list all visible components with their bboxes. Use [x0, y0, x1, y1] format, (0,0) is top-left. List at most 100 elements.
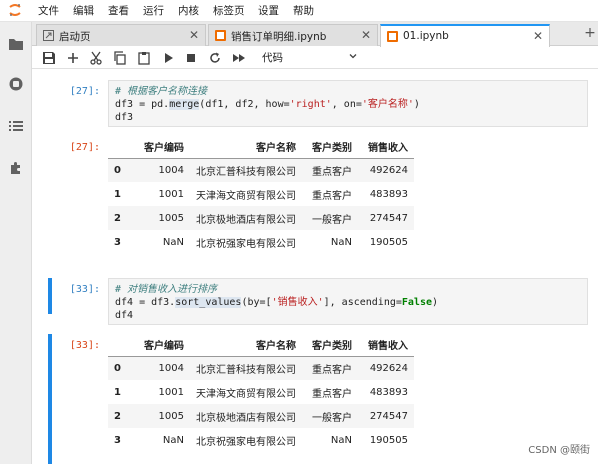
- table-cell: 492624: [369, 362, 408, 374]
- table-cell: 一般客户: [312, 412, 352, 424]
- table-row: 0 1004 北京汇普科技有限公司 重点客户 492624: [108, 356, 414, 380]
- menu-help[interactable]: 帮助: [293, 4, 314, 18]
- table-cell: 天津海文商贸有限公司: [196, 190, 296, 202]
- table-cell: 190505: [369, 236, 408, 248]
- code-string: '客户名称': [361, 99, 414, 110]
- table-cell: 274547: [369, 212, 408, 224]
- cell-type-select[interactable]: 代码: [262, 50, 362, 66]
- table-cell: 274547: [369, 410, 408, 422]
- close-icon[interactable]: ✕: [189, 28, 199, 42]
- running-icon[interactable]: [8, 76, 24, 92]
- chevron-down-icon: [349, 54, 357, 59]
- menu-tabs[interactable]: 标签页: [213, 4, 245, 18]
- jupyter-logo[interactable]: [8, 3, 22, 17]
- tab-sales-notebook[interactable]: 销售订单明细.ipynb ✕: [208, 24, 378, 46]
- dataframe-table: 客户编码 客户名称 客户类别 销售收入 0 1004 北京汇普科技有限公司 重点…: [108, 334, 414, 452]
- code-editor[interactable]: # 对销售收入进行排序 df4 = df3.sort_values(by=['销…: [108, 278, 588, 325]
- tab-label: 启动页: [59, 31, 91, 43]
- cell-type-value: 代码: [262, 52, 283, 64]
- table-cell: 北京汇普科技有限公司: [196, 364, 296, 376]
- copy-icon[interactable]: [113, 51, 127, 65]
- code-string: '销售收入': [271, 297, 324, 308]
- table-cell: 北京极地酒店有限公司: [196, 412, 296, 424]
- table-row: 3 NaN 北京祝强家电有限公司 NaN 190505: [108, 230, 414, 254]
- extension-icon[interactable]: [8, 160, 24, 176]
- code-text: (by=[: [241, 297, 272, 308]
- table-header-cell: [108, 334, 128, 357]
- paste-icon[interactable]: [137, 51, 151, 65]
- menu-settings[interactable]: 设置: [258, 4, 279, 18]
- table-cell: 北京汇普科技有限公司: [196, 166, 296, 178]
- row-index: 2: [114, 410, 121, 422]
- stop-icon[interactable]: [184, 51, 198, 65]
- table-cell: 天津海文商贸有限公司: [196, 388, 296, 400]
- table-cell: 北京祝强家电有限公司: [196, 436, 296, 448]
- table-header-cell: 销售收入: [358, 136, 414, 159]
- table-cell: 190505: [369, 434, 408, 446]
- row-index: 1: [114, 188, 121, 200]
- menu-kernel[interactable]: 内核: [178, 4, 199, 18]
- table-header-cell: 客户类别: [302, 334, 358, 357]
- toc-icon[interactable]: [8, 118, 24, 134]
- tab-launcher[interactable]: 启动页 ✕: [36, 24, 206, 46]
- table-cell: 一般客户: [312, 214, 352, 226]
- menu-file[interactable]: 文件: [38, 4, 59, 18]
- code-text: ): [413, 99, 420, 110]
- table-row: 2 1005 北京极地酒店有限公司 一般客户 274547: [108, 206, 414, 230]
- output-prompt: [27]:: [69, 142, 100, 153]
- row-index: 2: [114, 212, 121, 224]
- table-cell: NaN: [330, 434, 352, 446]
- code-keyword: False: [401, 297, 432, 308]
- tab-01-notebook[interactable]: 01.ipynb ✕: [380, 24, 550, 47]
- table-cell: 1005: [158, 212, 184, 224]
- table-cell: 北京极地酒店有限公司: [196, 214, 296, 226]
- table-cell: 1001: [158, 188, 184, 200]
- run-icon[interactable]: [161, 51, 175, 65]
- table-cell: 483893: [369, 386, 408, 398]
- menu-view[interactable]: 查看: [108, 4, 129, 18]
- input-prompt: [33]:: [69, 284, 100, 295]
- menu-edit[interactable]: 编辑: [73, 4, 94, 18]
- code-function: sort_values: [175, 297, 242, 308]
- code-text: (df1, df2, how=: [199, 99, 290, 110]
- table-cell: NaN: [162, 434, 184, 446]
- add-tab-button[interactable]: +: [582, 25, 598, 43]
- table-cell: 重点客户: [312, 190, 352, 202]
- table-header-cell: 客户名称: [190, 136, 302, 159]
- cut-icon[interactable]: [89, 51, 103, 65]
- code-comment: # 对销售收入进行排序: [115, 284, 218, 295]
- table-row: 0 1004 北京汇普科技有限公司 重点客户 492624: [108, 158, 414, 182]
- table-cell: 1001: [158, 386, 184, 398]
- code-text: df3 = pd.: [115, 99, 170, 110]
- table-cell: 重点客户: [312, 388, 352, 400]
- table-row: 1 1001 天津海文商贸有限公司 重点客户 483893: [108, 182, 414, 206]
- folder-icon[interactable]: [8, 36, 24, 52]
- table-row: 3 NaN 北京祝强家电有限公司 NaN 190505: [108, 428, 414, 452]
- notebook-icon: [387, 31, 398, 42]
- table-cell: 1004: [158, 362, 184, 374]
- dataframe-table: 客户编码 客户名称 客户类别 销售收入 0 1004 北京汇普科技有限公司 重点…: [108, 136, 414, 254]
- close-icon[interactable]: ✕: [533, 29, 543, 43]
- table-cell: 1004: [158, 164, 184, 176]
- code-function: merge: [169, 99, 200, 110]
- add-icon[interactable]: [66, 51, 80, 65]
- tab-bar: 启动页 ✕ 销售订单明细.ipynb ✕ 01.ipynb ✕ +: [32, 22, 598, 47]
- code-text: ): [432, 297, 439, 308]
- table-cell: 1005: [158, 410, 184, 422]
- table-header-cell: 客户名称: [190, 334, 302, 357]
- save-icon[interactable]: [42, 51, 56, 65]
- close-icon[interactable]: ✕: [361, 28, 371, 42]
- watermark: CSDN @颐街: [528, 445, 590, 456]
- table-header-cell: 客户类别: [302, 136, 358, 159]
- restart-icon[interactable]: [208, 51, 222, 65]
- table-cell: NaN: [330, 236, 352, 248]
- table-cell: 北京祝强家电有限公司: [196, 238, 296, 250]
- fast-forward-icon[interactable]: [232, 51, 246, 65]
- menu-run[interactable]: 运行: [143, 4, 164, 18]
- notebook-toolbar: 代码: [32, 47, 598, 69]
- table-header-row: 客户编码 客户名称 客户类别 销售收入: [108, 334, 414, 357]
- code-editor[interactable]: # 根据客户名称连接 df3 = pd.merge(df1, df2, how=…: [108, 80, 588, 127]
- code-text: , on=: [331, 99, 362, 110]
- tab-label: 01.ipynb: [403, 30, 449, 42]
- table-cell: 重点客户: [312, 364, 352, 376]
